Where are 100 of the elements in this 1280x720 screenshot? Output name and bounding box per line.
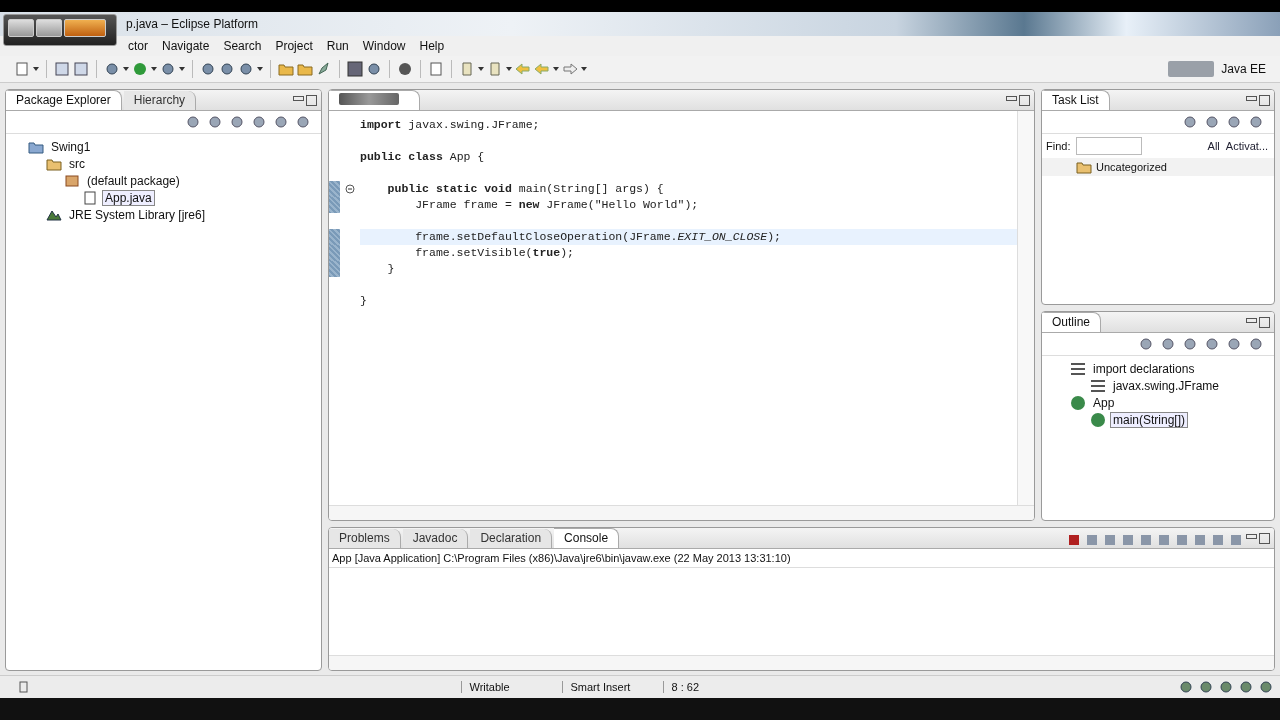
menu-item[interactable]: Window — [362, 39, 406, 53]
minimize-icon[interactable] — [1006, 96, 1017, 101]
console-toolbar-icon[interactable] — [1084, 532, 1100, 548]
view-toolbar-icon[interactable] — [273, 114, 289, 130]
view-toolbar-icon[interactable] — [1182, 114, 1198, 130]
console-toolbar-icon[interactable] — [1120, 532, 1136, 548]
outline-item[interactable]: App — [1090, 394, 1118, 411]
view-toolbar-icon[interactable] — [207, 114, 223, 130]
view-toolbar-icon[interactable] — [1226, 336, 1242, 352]
caret-icon[interactable] — [151, 67, 157, 71]
menu-item[interactable]: Navigate — [162, 39, 210, 53]
filter-link[interactable]: All — [1207, 140, 1220, 152]
folder-icon — [1076, 159, 1092, 175]
view-tab[interactable]: Package Explorer — [6, 90, 122, 110]
code-line: import javax.swing.JFrame; — [360, 117, 540, 133]
menu-item[interactable]: ctor — [128, 39, 148, 53]
menu-item[interactable]: Project — [275, 39, 313, 53]
status-icon[interactable] — [1258, 679, 1274, 695]
minimize-icon[interactable] — [293, 96, 304, 101]
console-toolbar-icon[interactable] — [1102, 532, 1118, 548]
console-toolbar-icon[interactable] — [1138, 532, 1154, 548]
view-toolbar-icon[interactable] — [1160, 336, 1176, 352]
view-toolbar-icon[interactable] — [251, 114, 267, 130]
status-text: Smart Insert — [561, 681, 659, 693]
status-icon[interactable] — [1218, 679, 1234, 695]
scrollbar[interactable] — [329, 505, 1034, 520]
view-toolbar-icon[interactable] — [185, 114, 201, 130]
outline-item[interactable]: import declarations — [1090, 360, 1198, 377]
caret-icon[interactable] — [581, 67, 587, 71]
ball-icon[interactable] — [397, 61, 413, 77]
menu-item[interactable]: Run — [326, 39, 349, 53]
view-tab[interactable]: Javadoc — [402, 529, 469, 548]
console-toolbar-icon[interactable] — [1174, 532, 1190, 548]
file-icon — [82, 189, 98, 206]
menu-item[interactable]: Search — [223, 39, 262, 53]
console-toolbar-icon[interactable] — [1210, 532, 1226, 548]
page-icon[interactable] — [428, 61, 444, 77]
view-toolbar-icon[interactable] — [1138, 336, 1154, 352]
code-line: frame.setVisible(true); — [415, 245, 574, 261]
view-tab[interactable]: Problems — [329, 529, 401, 548]
status-icon[interactable] — [1238, 679, 1254, 695]
view-toolbar-icon[interactable] — [1204, 336, 1220, 352]
console-toolbar-icon[interactable] — [1066, 532, 1082, 548]
minimize-icon[interactable] — [1246, 96, 1257, 101]
caret-icon[interactable] — [478, 67, 484, 71]
menu-item[interactable]: Help — [419, 39, 445, 53]
caret-icon[interactable] — [33, 67, 39, 71]
find-label: Find: — [1046, 140, 1071, 152]
status-text: Writable — [460, 681, 558, 693]
editor-tab[interactable] — [329, 90, 420, 110]
scrollbar[interactable] — [1017, 111, 1034, 505]
console-toolbar-icon[interactable] — [1192, 532, 1208, 548]
view-toolbar-icon[interactable] — [229, 114, 245, 130]
outline-item[interactable]: javax.swing.JFrame — [1110, 377, 1223, 394]
view-tab[interactable]: Console — [554, 528, 620, 548]
maximize-icon[interactable] — [306, 95, 317, 106]
tree-item[interactable]: (default package) — [84, 172, 183, 189]
tree-item[interactable]: JRE System Library [jre6] — [66, 206, 209, 223]
tree-item[interactable]: Swing1 — [48, 138, 94, 155]
view-tab[interactable]: Hierarchy — [123, 91, 197, 110]
view-tab[interactable]: Declaration — [470, 529, 553, 548]
console-toolbar-icon[interactable] — [1228, 532, 1244, 548]
scrollbar[interactable] — [329, 655, 1274, 670]
maximize-icon[interactable] — [1019, 95, 1030, 106]
view-toolbar-icon[interactable] — [1226, 114, 1242, 130]
outline-item[interactable]: main(String[]) — [1110, 411, 1189, 428]
maximize-icon[interactable] — [1259, 95, 1270, 106]
view-toolbar-icon[interactable] — [1182, 336, 1198, 352]
caret-icon[interactable] — [506, 67, 512, 71]
code-line: } — [360, 293, 367, 309]
console-toolbar-icon[interactable] — [1156, 532, 1172, 548]
code-line: JFrame frame = new JFrame("Hello World"); — [415, 197, 699, 213]
minimize-icon[interactable] — [1246, 318, 1257, 323]
view-toolbar-icon[interactable] — [295, 114, 311, 130]
view-toolbar-icon[interactable] — [1248, 114, 1264, 130]
tree-item[interactable]: src — [66, 155, 88, 172]
window-title: p.java – Eclipse Platform — [126, 17, 259, 31]
view-tab[interactable]: Task List — [1042, 90, 1110, 110]
perspective-button[interactable]: Java EE — [1217, 60, 1270, 78]
caret-icon[interactable] — [553, 67, 559, 71]
tree-item[interactable]: App.java — [102, 189, 155, 206]
minimize-icon[interactable] — [1246, 534, 1257, 539]
maximize-icon[interactable] — [1259, 317, 1270, 328]
maximize-icon[interactable] — [1259, 533, 1270, 544]
folder-icon[interactable] — [297, 61, 313, 77]
folder-icon[interactable] — [278, 61, 294, 77]
close-button[interactable] — [64, 19, 106, 37]
status-icon[interactable] — [1178, 679, 1194, 695]
console-header: App [Java Application] C:\Program Files (x86)\Java\jre6\bin\javaw.exe (22 May 2013 13:31:10) — [329, 549, 1274, 568]
status-icon[interactable] — [1198, 679, 1214, 695]
view-tab[interactable]: Outline — [1042, 312, 1102, 332]
filter-link[interactable]: Activat... — [1225, 140, 1268, 152]
code-line: public static void main(String[] args) { — [387, 181, 664, 197]
view-toolbar-icon[interactable] — [1204, 114, 1220, 130]
find-field[interactable] — [1076, 137, 1143, 155]
caret-icon[interactable] — [123, 67, 129, 71]
collapse-icon[interactable] — [345, 184, 355, 194]
caret-icon[interactable] — [179, 67, 185, 71]
caret-icon[interactable] — [257, 67, 263, 71]
view-toolbar-icon[interactable] — [1248, 336, 1264, 352]
